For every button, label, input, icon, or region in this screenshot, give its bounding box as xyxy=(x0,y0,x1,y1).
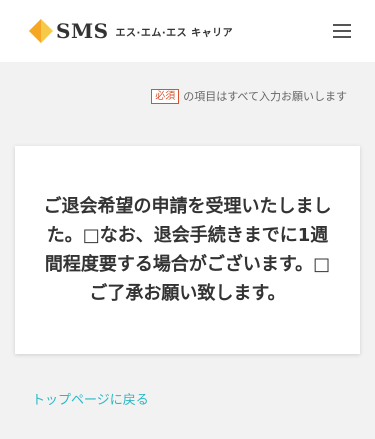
required-badge: 必須 xyxy=(151,88,180,104)
required-notice-text: の項目はすべて入力お願いします xyxy=(183,90,347,103)
logo-text: SMS xyxy=(56,19,109,43)
logo-subtitle: エス·エム·エス キャリア xyxy=(115,27,234,39)
completion-message: ご退会希望の申請を受理いたしました。□なお、退会手続きまでに1週間程度要する場合… xyxy=(43,196,332,304)
site-header: SMS エス·エム·エス キャリア xyxy=(0,0,375,62)
sms-logo[interactable]: SMS エス·エム·エス キャリア xyxy=(28,18,233,44)
back-to-top-link[interactable]: トップページに戻る xyxy=(32,389,149,408)
message-card: ご退会希望の申請を受理いたしました。□なお、退会手続きまでに1週間程度要する場合… xyxy=(15,146,360,354)
logo-diamond-icon xyxy=(29,19,53,43)
required-notice: 必須 の項目はすべて入力お願いします xyxy=(151,88,347,104)
main-content: 必須 の項目はすべて入力お願いします ご退会希望の申請を受理いたしました。□なお… xyxy=(0,62,375,439)
hamburger-menu-icon[interactable] xyxy=(331,20,355,42)
